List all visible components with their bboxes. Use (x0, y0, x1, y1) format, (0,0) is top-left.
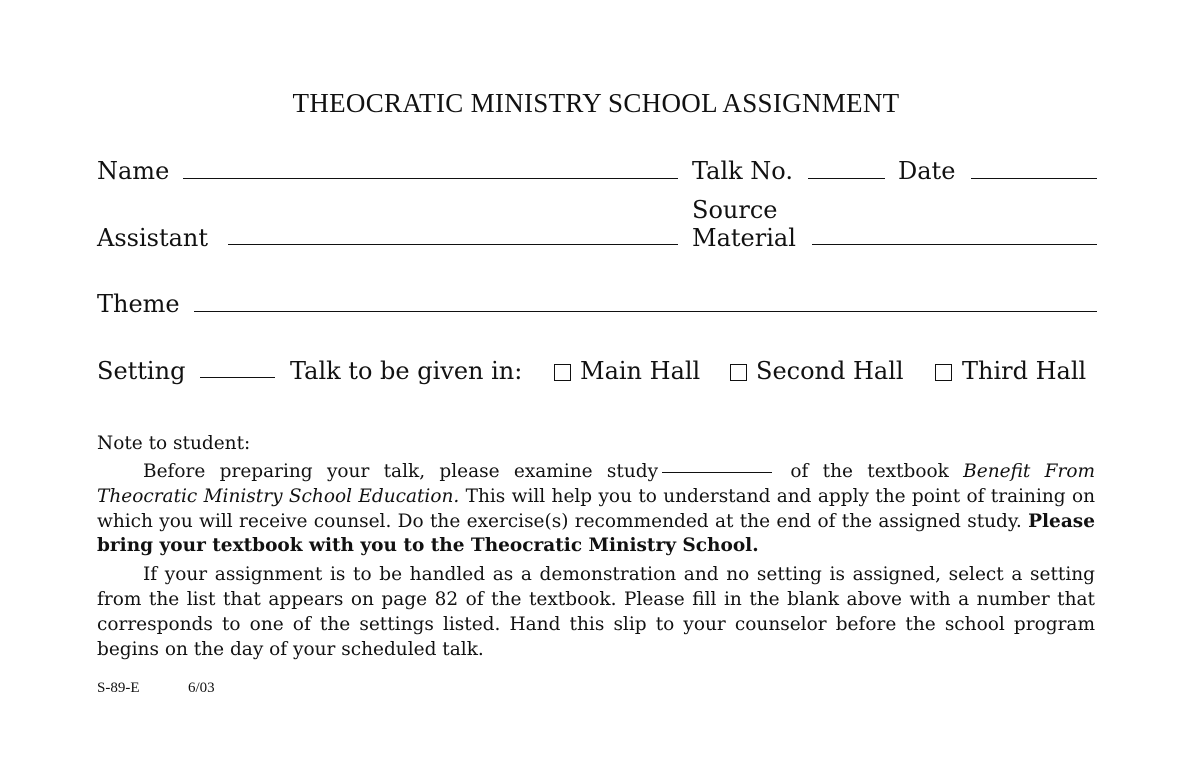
talk-no-field[interactable] (808, 178, 885, 179)
talk-no-label: Talk No. (692, 157, 793, 185)
assistant-field[interactable] (228, 244, 678, 245)
date-field[interactable] (971, 178, 1097, 179)
third-hall-checkbox[interactable] (935, 364, 952, 381)
name-field[interactable] (183, 178, 678, 179)
source-material-field[interactable] (812, 244, 1097, 245)
note-paragraph-2: If your assignment is to be handled as a… (97, 564, 1095, 660)
form-title: THEOCRATIC MINISTRY SCHOOL ASSIGNMENT (292, 88, 900, 118)
second-hall-checkbox[interactable] (730, 364, 747, 381)
setting-field[interactable] (200, 377, 275, 378)
main-hall-label: Main Hall (580, 357, 701, 385)
note-body: Before preparing your talk, please exami… (97, 460, 1095, 662)
form-revision: 6/03 (188, 680, 215, 696)
second-hall-label: Second Hall (756, 357, 904, 385)
theme-label: Theme (97, 290, 180, 318)
theme-field[interactable] (194, 311, 1097, 312)
setting-label: Setting (97, 357, 186, 385)
third-hall-label: Third Hall (962, 357, 1087, 385)
form-code: S-89-E (97, 680, 140, 696)
talk-given-in-label: Talk to be given in: (290, 357, 523, 385)
paragraph1-after-blank: of the textbook (776, 461, 964, 482)
date-label: Date (898, 157, 956, 185)
note-heading: Note to student: (97, 433, 251, 454)
material-label: Material (692, 224, 796, 252)
note-paragraph-1: Before preparing your talk, please exami… (97, 460, 1095, 559)
study-number-field[interactable] (662, 472, 773, 473)
paragraph1-before-blank: Before preparing your talk, please exami… (143, 461, 659, 482)
source-label: Source (692, 196, 778, 224)
main-hall-checkbox[interactable] (554, 364, 571, 381)
assistant-label: Assistant (97, 224, 209, 252)
name-label: Name (97, 157, 170, 185)
